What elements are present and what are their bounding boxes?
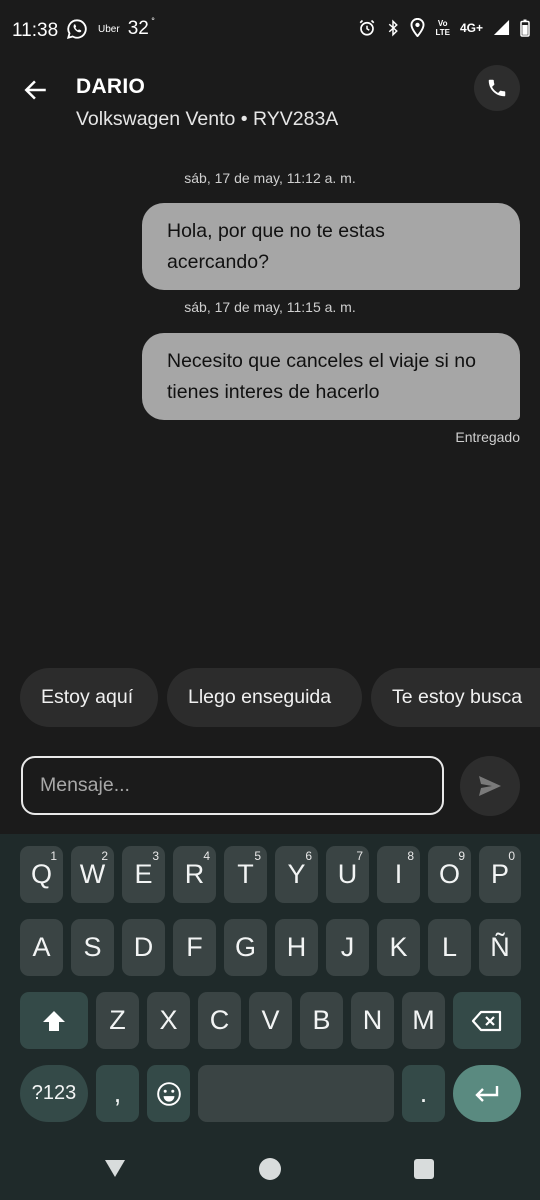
nav-home-button[interactable] [259,1158,281,1180]
nav-recents-button[interactable] [414,1159,434,1179]
send-icon [479,776,501,796]
message-text: tienes interes de hacerlo [167,381,380,403]
weather-temperature: 32 ° [127,16,155,39]
key-e[interactable]: E3 [122,846,165,903]
key-k[interactable]: K [377,919,420,976]
enter-key[interactable] [453,1065,521,1122]
system-nav-bar [0,1130,540,1200]
message-input[interactable] [21,756,444,815]
period-key[interactable]: . [402,1065,445,1122]
key-i[interactable]: I8 [377,846,420,903]
key-enye[interactable]: Ñ [479,919,521,976]
location-icon [410,18,425,37]
bluetooth-icon [389,18,399,37]
backspace-key[interactable] [453,992,521,1049]
status-bar: 11:38 Uber 32 ° Vo LTE 4G+ [0,0,540,62]
key-l[interactable]: L [428,919,471,976]
key-q[interactable]: Q1 [20,846,63,903]
key-u[interactable]: U7 [326,846,369,903]
quick-reply-chip[interactable]: Estoy aquí [20,668,158,727]
message-text: acercando? [167,251,269,273]
arrow-back-icon [24,80,46,100]
key-p[interactable]: P0 [479,846,521,903]
message-text: Hola, por que no te estas [167,220,385,242]
battery-icon [520,19,530,37]
key-s[interactable]: S [71,919,114,976]
emoji-key[interactable] [147,1065,190,1122]
key-m[interactable]: M [402,992,445,1049]
quick-reply-chip[interactable]: Llego enseguida [167,668,362,727]
message-timestamp: sáb, 17 de may, 11:12 a. m. [184,170,356,186]
nav-back-icon[interactable] [104,1158,126,1178]
comma-key[interactable]: , [96,1065,139,1122]
enter-icon [475,1085,499,1102]
key-r[interactable]: R4 [173,846,216,903]
call-button[interactable] [474,65,520,111]
key-o[interactable]: O9 [428,846,471,903]
symbols-key[interactable]: ?123 [20,1065,88,1122]
message-list: sáb, 17 de may, 11:12 a. m. Hola, por qu… [0,150,540,660]
message-bubble: Hola, por que no te estas acercando? [142,203,520,290]
key-a[interactable]: A [20,919,63,976]
quick-reply-chip[interactable]: Te estoy busca [371,668,540,727]
key-y[interactable]: Y6 [275,846,318,903]
phone-icon [488,79,506,97]
alarm-icon [360,19,375,36]
backspace-icon [471,1010,502,1031]
volte-icon: Vo LTE [435,18,450,37]
keyboard: Q1 W2 E3 R4 T5 Y6 U7 I8 O9 P0 A S D F G … [0,834,540,1130]
message-timestamp: sáb, 17 de may, 11:15 a. m. [184,299,356,315]
delivery-status: Entregado [455,429,520,445]
signal-icon [493,19,510,36]
key-j[interactable]: J [326,919,369,976]
message-text: Necesito que canceles el viaje si no [167,350,476,372]
key-n[interactable]: N [351,992,394,1049]
shift-icon [43,1010,65,1031]
key-w[interactable]: W2 [71,846,114,903]
key-d[interactable]: D [122,919,165,976]
status-time: 11:38 [12,20,59,41]
key-h[interactable]: H [275,919,318,976]
chat-header: DARIO Volkswagen Vento • RYV283A [0,62,540,150]
whatsapp-icon [66,19,87,40]
quick-replies: Estoy aquí Llego enseguida Te estoy busc… [0,668,540,728]
key-g[interactable]: G [224,919,267,976]
key-f[interactable]: F [173,919,216,976]
key-t[interactable]: T5 [224,846,267,903]
key-z[interactable]: Z [96,992,139,1049]
key-c[interactable]: C [198,992,241,1049]
message-bubble: Necesito que canceles el viaje si no tie… [142,333,520,420]
key-x[interactable]: X [147,992,190,1049]
contact-name: DARIO [76,75,146,98]
shift-key[interactable] [20,992,88,1049]
key-v[interactable]: V [249,992,292,1049]
back-button[interactable] [18,72,54,108]
uber-notification-icon: Uber [98,23,120,35]
network-type: 4G+ [459,20,483,35]
space-key[interactable] [198,1065,394,1122]
send-button[interactable] [460,756,520,816]
vehicle-info: Volkswagen Vento • RYV283A [76,108,339,130]
key-b[interactable]: B [300,992,343,1049]
emoji-icon [156,1081,181,1106]
